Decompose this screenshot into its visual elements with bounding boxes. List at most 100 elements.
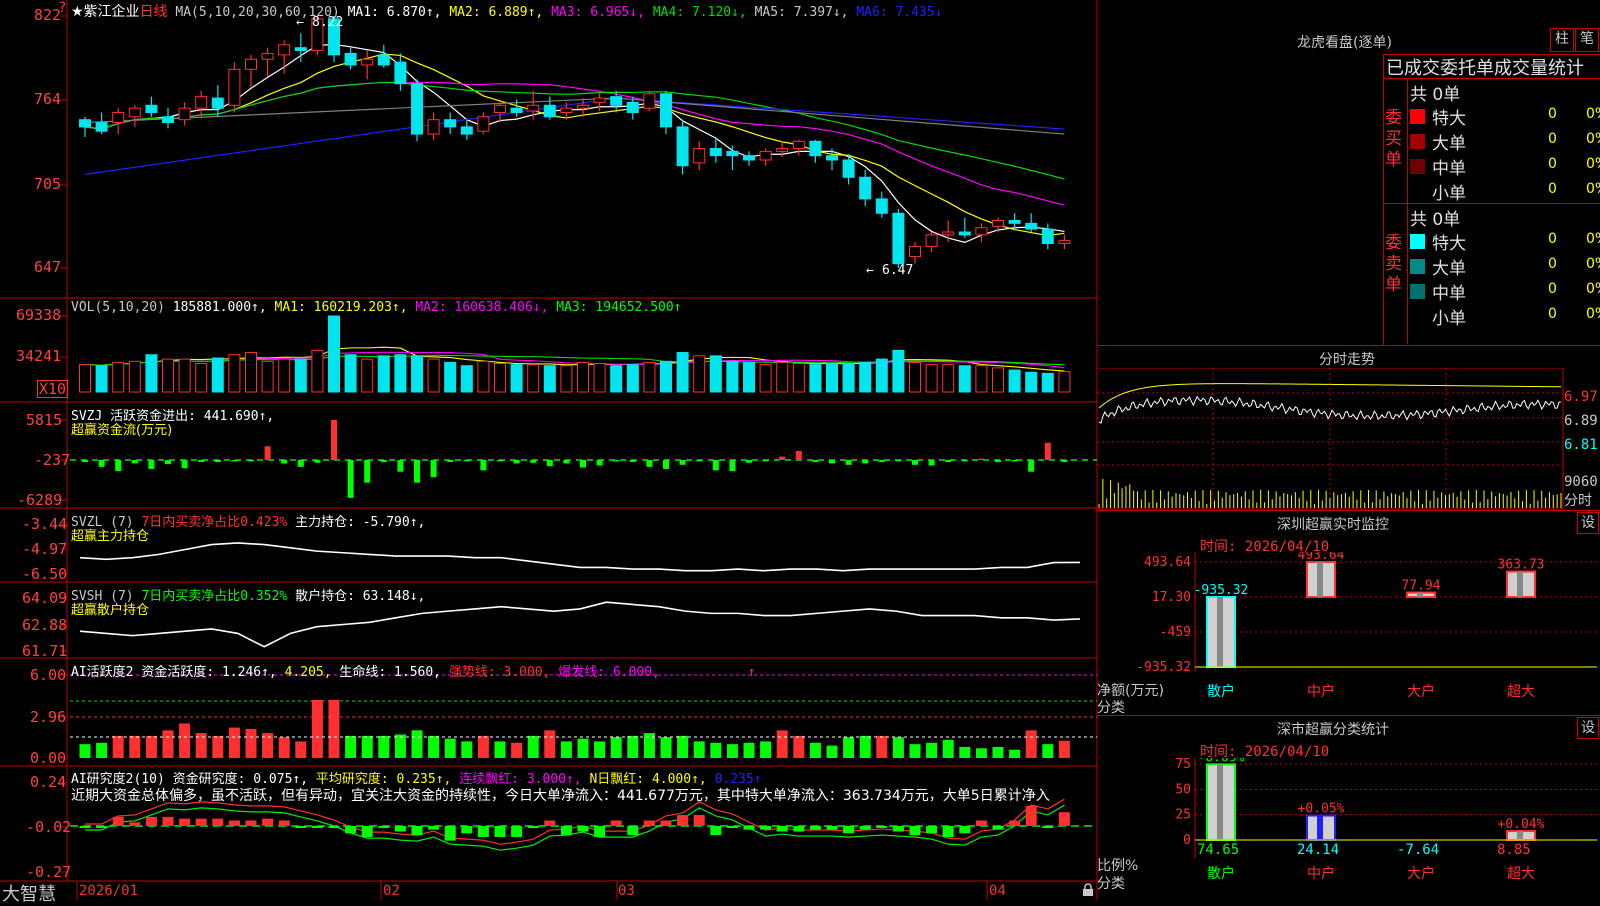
candle-body bbox=[162, 116, 174, 124]
stock-name[interactable]: ★紫江企业 bbox=[71, 4, 140, 20]
buy-row-xl[interactable]: 特大 0 0% bbox=[1410, 104, 1600, 129]
candle[interactable] bbox=[195, 90, 208, 117]
period-label[interactable]: 日线 bbox=[140, 4, 168, 20]
candle[interactable] bbox=[759, 148, 772, 166]
candle[interactable] bbox=[145, 96, 158, 117]
research-bar bbox=[710, 826, 722, 836]
price-tick-764: 764 bbox=[34, 90, 62, 108]
candle[interactable] bbox=[361, 50, 374, 80]
candle[interactable] bbox=[660, 90, 672, 135]
classify-bar[interactable]: +0.05% 24.14 bbox=[1297, 802, 1345, 858]
volume-bar bbox=[195, 363, 208, 393]
ai-activity-bars[interactable] bbox=[79, 699, 1070, 758]
candle[interactable] bbox=[809, 139, 822, 163]
intraday-chart[interactable] bbox=[1097, 368, 1600, 510]
candle[interactable] bbox=[1041, 223, 1054, 250]
candle[interactable] bbox=[95, 112, 108, 135]
ai-activity-bar bbox=[776, 730, 788, 758]
sell-label-char-3: 单 bbox=[1385, 275, 1402, 295]
candle[interactable] bbox=[693, 141, 706, 171]
volume-bars[interactable] bbox=[79, 315, 1071, 393]
candle[interactable] bbox=[278, 40, 291, 74]
intraday-top-border bbox=[1097, 345, 1600, 346]
volume-bar bbox=[261, 360, 274, 393]
candle[interactable] bbox=[743, 151, 755, 166]
monitor-bar[interactable]: 493.64 bbox=[1298, 552, 1345, 599]
vol-unit-badge: X10 bbox=[37, 380, 69, 398]
candle[interactable] bbox=[1008, 213, 1021, 230]
sell-row-m[interactable]: 中单 0 0% bbox=[1410, 279, 1600, 304]
classify-bar-shade bbox=[1517, 831, 1523, 840]
classify-settings-button[interactable]: 设 bbox=[1577, 717, 1599, 739]
candle[interactable] bbox=[792, 139, 805, 156]
ai-active-tick-bottom: 0.00 bbox=[30, 749, 67, 767]
research-bar bbox=[843, 826, 855, 834]
bar-view-button[interactable]: 柱 bbox=[1550, 28, 1574, 52]
candle[interactable] bbox=[427, 112, 440, 140]
candle[interactable] bbox=[643, 90, 656, 112]
monitor-bar[interactable]: 363.73 bbox=[1498, 558, 1545, 599]
svzl-main-force-line bbox=[79, 542, 1081, 572]
candle[interactable] bbox=[1058, 234, 1071, 250]
candle[interactable] bbox=[875, 191, 888, 218]
buy-row-l[interactable]: 大单 0 0% bbox=[1410, 129, 1600, 154]
candle[interactable] bbox=[1025, 213, 1038, 232]
candle[interactable] bbox=[543, 96, 556, 120]
candle[interactable] bbox=[178, 102, 191, 126]
svzj-bar bbox=[397, 460, 404, 472]
candle[interactable] bbox=[377, 44, 390, 68]
candle[interactable] bbox=[909, 242, 921, 264]
stroke-view-button[interactable]: 笔 bbox=[1575, 28, 1599, 52]
monitor-bar[interactable]: 77.94 bbox=[1401, 579, 1441, 599]
ai-activity-bar bbox=[942, 740, 954, 758]
candle-body bbox=[859, 176, 872, 200]
candle[interactable] bbox=[859, 170, 872, 207]
research-bar bbox=[693, 815, 705, 826]
candle[interactable] bbox=[477, 112, 490, 135]
classify-chart[interactable]: 75 50 25 0 -0.09% 74.65 散户 +0.05% 24.14 中户 -7.64 大户… bbox=[1097, 758, 1600, 900]
candle[interactable] bbox=[79, 116, 91, 137]
brand-logo[interactable]: 大智慧 bbox=[2, 880, 56, 906]
candle[interactable] bbox=[245, 54, 257, 88]
classify-bar[interactable]: -7.64 bbox=[1397, 842, 1439, 858]
candle[interactable] bbox=[494, 102, 506, 123]
svzl-subtitle: 超赢主力持仓 bbox=[71, 529, 150, 544]
candle[interactable] bbox=[460, 119, 473, 140]
candle[interactable] bbox=[444, 112, 457, 135]
candle[interactable] bbox=[411, 79, 423, 142]
buy-row-m[interactable]: 中单 0 0% bbox=[1410, 154, 1600, 179]
candle[interactable] bbox=[958, 217, 971, 238]
candle[interactable] bbox=[211, 85, 224, 117]
candle[interactable] bbox=[162, 108, 174, 129]
candle[interactable] bbox=[228, 62, 241, 113]
candle[interactable] bbox=[892, 208, 905, 268]
candle[interactable] bbox=[261, 47, 274, 77]
monitor-category-label: 大户 bbox=[1407, 683, 1435, 700]
candle[interactable] bbox=[593, 90, 606, 112]
candle[interactable] bbox=[112, 108, 125, 135]
candle[interactable] bbox=[676, 119, 689, 175]
candlestick-series[interactable] bbox=[79, 16, 1071, 268]
sell-row-xl[interactable]: 特大 0 0% bbox=[1410, 229, 1600, 254]
svzj-bars[interactable] bbox=[82, 420, 1068, 498]
candle[interactable] bbox=[128, 105, 141, 127]
candle-body bbox=[776, 147, 789, 152]
candle[interactable] bbox=[726, 145, 739, 171]
price-tick-705: 705 bbox=[34, 175, 62, 193]
monitor-bar[interactable]: -935.32 bbox=[1194, 583, 1249, 668]
monitor-chart[interactable]: 493.64 17.30 -459 -935.32 -935.32 散户 493.64 中户 7… bbox=[1097, 552, 1600, 712]
sell-row-l[interactable]: 大单 0 0% bbox=[1410, 254, 1600, 279]
candle[interactable] bbox=[394, 53, 407, 91]
classify-bar[interactable]: -0.09% 74.65 bbox=[1197, 758, 1245, 858]
monitor-settings-button[interactable]: 设 bbox=[1577, 512, 1599, 534]
candle[interactable] bbox=[925, 232, 938, 253]
main-chart-canvas[interactable]: ← 8.22 ← 6.47 bbox=[0, 0, 1100, 900]
candle[interactable] bbox=[975, 223, 988, 243]
buy-row-s[interactable]: 小单 0 0% bbox=[1410, 179, 1600, 204]
classify-bar[interactable]: +0.04% 8.85 bbox=[1497, 817, 1545, 858]
sell-row-s[interactable]: 小单 0 0% bbox=[1410, 304, 1600, 329]
ai-research-bars[interactable] bbox=[79, 805, 1070, 841]
candle[interactable] bbox=[344, 47, 357, 70]
ai-activity-bar bbox=[411, 730, 423, 758]
research-bar bbox=[179, 818, 191, 826]
